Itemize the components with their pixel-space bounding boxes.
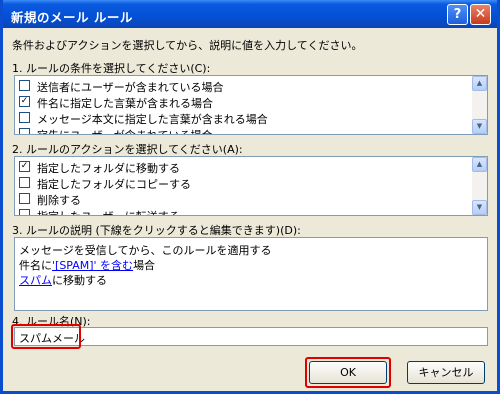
instructions-text: 条件およびアクションを選択してから、説明に値を入力してください。 (12, 39, 363, 52)
scroll-down-icon[interactable]: ▼ (472, 200, 487, 215)
action-text: 指定したフォルダにコピーする (37, 178, 191, 191)
actions-list[interactable]: ✓ 指定したフォルダに移動する 指定したフォルダにコピーする 削除する 指定した… (14, 156, 488, 216)
help-icon[interactable]: ? (447, 4, 468, 25)
condition-text: 送信者にユーザーが含まれている場合 (37, 81, 224, 94)
action-text: 削除する (37, 194, 81, 207)
scroll-up-icon[interactable]: ▲ (472, 157, 487, 172)
action-checkbox[interactable] (19, 193, 30, 204)
description-text: 場合 (133, 259, 156, 272)
folder-link[interactable]: スパム (19, 274, 52, 287)
scroll-down-icon[interactable]: ▼ (472, 119, 487, 134)
conditions-label: 1. ルールの条件を選択してください(C): (12, 62, 211, 75)
condition-text: 宛先にユーザーが含まれている場合 (37, 127, 212, 134)
description-line: スパムに移動する (19, 272, 107, 288)
ok-button-highlight (305, 357, 391, 388)
actions-scrollbar[interactable]: ▲ ▼ (472, 157, 487, 215)
condition-checkbox[interactable] (19, 112, 30, 123)
scroll-up-icon[interactable]: ▲ (472, 76, 487, 91)
condition-text: 件名に指定した言葉が含まれる場合 (37, 97, 213, 110)
action-text: 指定したフォルダに移動する (37, 162, 180, 175)
action-text: 指定したユーザーに転送する (37, 208, 180, 215)
description-text: に移動する (52, 274, 107, 287)
window-title: 新規のメール ルール (11, 10, 133, 25)
description-line: メッセージを受信してから、このルールを適用する (19, 244, 272, 257)
close-icon[interactable]: ✕ (470, 4, 491, 25)
title-bar[interactable]: 新規のメール ルール ? ✕ (3, 0, 497, 28)
description-line: 件名に'[SPAM]' を含む場合 (19, 257, 155, 273)
description-label: 3. ルールの説明 (下線をクリックすると編集できます)(D): (12, 224, 301, 237)
condition-checkbox[interactable] (19, 80, 30, 91)
rule-name-highlight (11, 324, 81, 349)
conditions-list[interactable]: 送信者にユーザーが含まれている場合 ✓ 件名に指定した言葉が含まれる場合 メッセ… (14, 75, 488, 135)
conditions-scrollbar[interactable]: ▲ ▼ (472, 76, 487, 134)
action-checkbox[interactable] (19, 209, 30, 215)
cancel-button[interactable]: キャンセル (407, 361, 485, 384)
action-checkbox[interactable] (19, 177, 30, 188)
condition-checkbox[interactable] (19, 128, 30, 134)
description-text: 件名に (19, 259, 52, 272)
rule-description-box: メッセージを受信してから、このルールを適用する 件名に'[SPAM]' を含む場… (14, 237, 488, 311)
action-checkbox[interactable]: ✓ (19, 161, 30, 172)
subject-words-link[interactable]: '[SPAM]' を含む (52, 259, 133, 272)
new-mail-rule-dialog: 新規のメール ルール ? ✕ 条件およびアクションを選択してから、説明に値を入力… (0, 0, 500, 394)
condition-checkbox[interactable]: ✓ (19, 96, 30, 107)
condition-text: メッセージ本文に指定した言葉が含まれる場合 (37, 113, 268, 126)
actions-label: 2. ルールのアクションを選択してください(A): (12, 143, 243, 156)
rule-name-input[interactable]: スパムメール (14, 327, 488, 346)
